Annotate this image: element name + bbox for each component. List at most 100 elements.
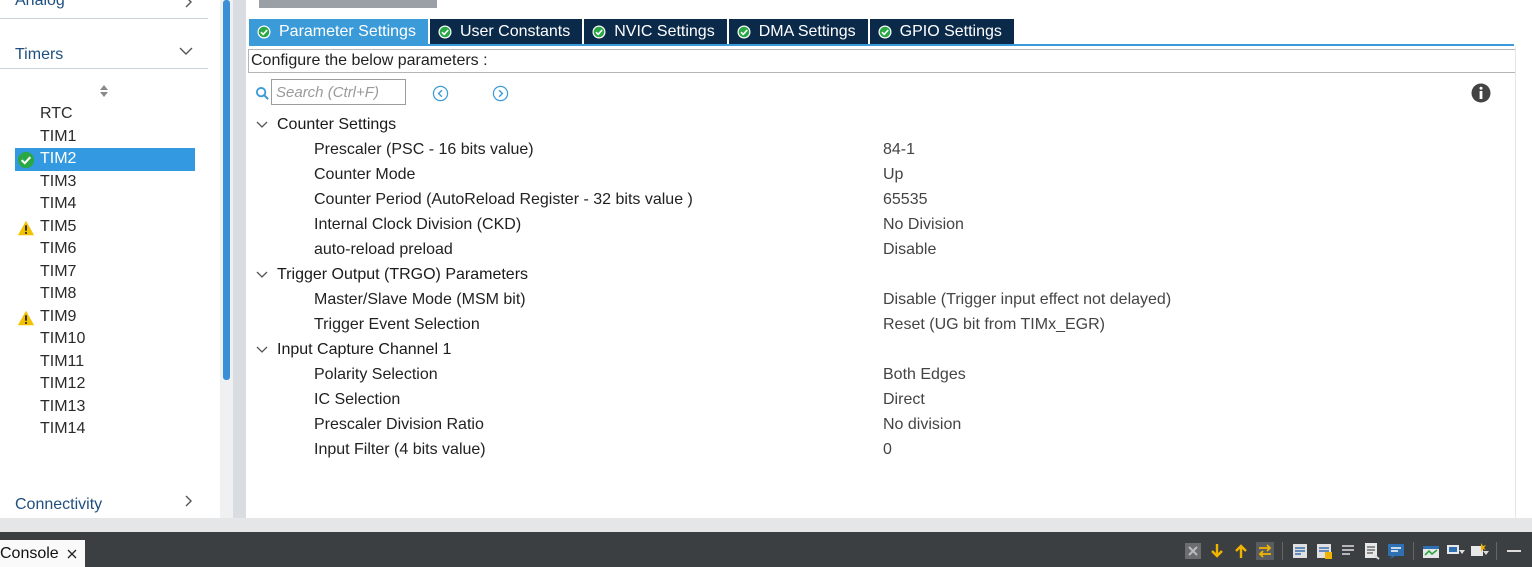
parameter-value[interactable]: Reset (UG bit from TIMx_EGR) [883, 312, 1105, 337]
parameter-name: IC Selection [314, 391, 401, 408]
tab-label: User Constants [459, 23, 571, 40]
parameter-group[interactable]: Input Capture Channel 1 [246, 337, 1512, 362]
search-input[interactable] [271, 79, 406, 105]
tab-dma-settings[interactable]: DMA Settings [728, 19, 868, 44]
parameter-value[interactable]: Both Edges [883, 362, 966, 387]
parameter-row[interactable]: IC Selection Direct [246, 387, 1512, 412]
parameter-scrollbar[interactable] [1515, 47, 1532, 518]
sidebar-scroll-thumb[interactable] [223, 0, 230, 380]
timer-item-label: TIM10 [40, 330, 86, 347]
parameter-row[interactable]: Polarity Selection Both Edges [246, 362, 1512, 387]
parameter-row[interactable]: Master/Slave Mode (MSM bit) Disable (Trig… [246, 287, 1512, 312]
toolbar-separator [1282, 542, 1283, 560]
timer-item-tim3[interactable]: TIM3 [15, 171, 195, 194]
parameter-group[interactable]: Trigger Output (TRGO) Parameters [246, 262, 1512, 287]
scroll-down-icon[interactable] [1207, 541, 1227, 561]
parameter-row[interactable]: Counter Period (AutoReload Register - 32… [246, 187, 1512, 212]
tab-parameter-settings[interactable]: Parameter Settings [249, 19, 428, 44]
parameter-value[interactable]: Disable (Trigger input effect not delaye… [883, 287, 1171, 312]
pin-icon[interactable] [1255, 541, 1275, 561]
parameter-value[interactable]: No division [883, 412, 961, 437]
category-connectivity[interactable]: Connectivity [0, 493, 208, 515]
parameter-value[interactable]: 65535 [883, 187, 928, 212]
close-icon[interactable] [67, 549, 77, 559]
word-wrap-icon[interactable] [1290, 541, 1310, 561]
category-analog[interactable]: Analog [0, 0, 208, 19]
monitor-dropdown-icon[interactable] [1445, 541, 1465, 561]
parameter-row[interactable]: Trigger Event Selection Reset (UG bit fro… [246, 312, 1512, 337]
parameter-row[interactable]: Prescaler Division Ratio No division [246, 412, 1512, 437]
timer-item-tim10[interactable]: TIM10 [15, 328, 195, 351]
timer-item-tim7[interactable]: TIM7 [15, 261, 195, 284]
check-circle-icon [257, 25, 279, 39]
parameter-value[interactable]: Up [883, 162, 903, 187]
chevron-right-icon [184, 493, 194, 513]
parameter-value[interactable]: 84-1 [883, 137, 915, 162]
horizontal-divider[interactable] [0, 518, 1532, 532]
next-match-button[interactable] [492, 85, 509, 102]
tab-label: DMA Settings [758, 23, 856, 40]
clear-console-icon[interactable] [1314, 541, 1334, 561]
timer-item-tim1[interactable]: TIM1 [15, 126, 195, 149]
parameter-row[interactable]: Internal Clock Division (CKD) No Division [246, 212, 1512, 237]
parameter-row[interactable]: Input Filter (4 bits value) 0 [246, 437, 1512, 462]
timer-item-tim6[interactable]: TIM6 [15, 238, 195, 261]
info-icon[interactable] [1471, 83, 1491, 103]
check-circle-icon [737, 25, 759, 39]
timer-item-label: TIM11 [40, 352, 85, 370]
timer-item-tim9[interactable]: TIM9 [15, 306, 195, 329]
timer-item-label: TIM5 [40, 217, 77, 235]
toolbar-separator [1413, 542, 1414, 560]
timer-item-tim5[interactable]: TIM5 [15, 216, 195, 239]
parameter-value[interactable]: Direct [883, 387, 925, 412]
parameter-group-label: Counter Settings [277, 116, 397, 133]
tab-gpio-settings[interactable]: GPIO Settings [869, 19, 1014, 44]
chevron-right-icon [184, 0, 194, 14]
parameter-value[interactable]: 0 [883, 437, 892, 462]
minimize-icon[interactable] [1504, 541, 1524, 561]
terminate-icon[interactable] [1183, 541, 1203, 561]
category-timers-label: Timers [15, 46, 64, 63]
display-console-icon[interactable] [1421, 541, 1441, 561]
timer-item-tim4[interactable]: TIM4 [15, 193, 195, 216]
reset-configuration-button[interactable] [259, 0, 437, 8]
parameter-name: Counter Period (AutoReload Register - 32… [314, 191, 693, 208]
tab-nvic-settings[interactable]: NVIC Settings [584, 19, 727, 44]
parameter-row[interactable]: Prescaler (PSC - 16 bits value) 84-1 [246, 137, 1512, 162]
sort-icon[interactable] [97, 84, 111, 98]
timer-item-label: TIM8 [40, 285, 77, 302]
show-on-output-icon[interactable] [1338, 541, 1358, 561]
category-timers[interactable]: Timers [0, 42, 208, 69]
chevron-down-icon[interactable] [256, 262, 268, 287]
parameter-value[interactable]: Disable [883, 237, 936, 262]
tab-user-constants[interactable]: User Constants [429, 19, 583, 44]
chevron-down-icon[interactable] [256, 337, 268, 362]
open-console-icon[interactable] [1386, 541, 1406, 561]
parameter-name: Input Filter (4 bits value) [314, 441, 486, 458]
timer-item-tim12[interactable]: TIM12 [15, 373, 195, 396]
timer-item-tim14[interactable]: TIM14 [15, 418, 195, 441]
timer-item-tim2[interactable]: TIM2 [15, 148, 195, 171]
config-tabs: Parameter Settings User Constants NVIC Set… [249, 19, 1016, 44]
new-console-icon[interactable] [1469, 541, 1489, 561]
show-on-error-icon[interactable] [1362, 541, 1382, 561]
parameter-value[interactable]: No Division [883, 212, 964, 237]
parameter-group-label: Input Capture Channel 1 [277, 341, 452, 358]
sidebar-scrollbar[interactable] [220, 0, 233, 518]
console-tab-label: Console [0, 545, 59, 562]
parameter-group[interactable]: Counter Settings [246, 112, 1512, 137]
timer-item-tim11[interactable]: TIM11 [15, 351, 195, 374]
parameter-row[interactable]: auto-reload preload Disable [246, 237, 1512, 262]
check-circle-icon [438, 25, 460, 39]
timer-item-tim13[interactable]: TIM13 [15, 396, 195, 419]
parameter-row[interactable]: Counter Mode Up [246, 162, 1512, 187]
panel-divider[interactable] [233, 0, 246, 518]
timer-item-rtc[interactable]: RTC [15, 103, 195, 126]
scroll-up-icon[interactable] [1231, 541, 1251, 561]
timer-item-tim8[interactable]: TIM8 [15, 283, 195, 306]
console-tab[interactable]: Console [0, 540, 85, 567]
parameter-name: Prescaler Division Ratio [314, 416, 484, 433]
chevron-down-icon[interactable] [256, 112, 268, 137]
toolbar-separator [1496, 542, 1497, 560]
previous-match-button[interactable] [432, 85, 449, 102]
